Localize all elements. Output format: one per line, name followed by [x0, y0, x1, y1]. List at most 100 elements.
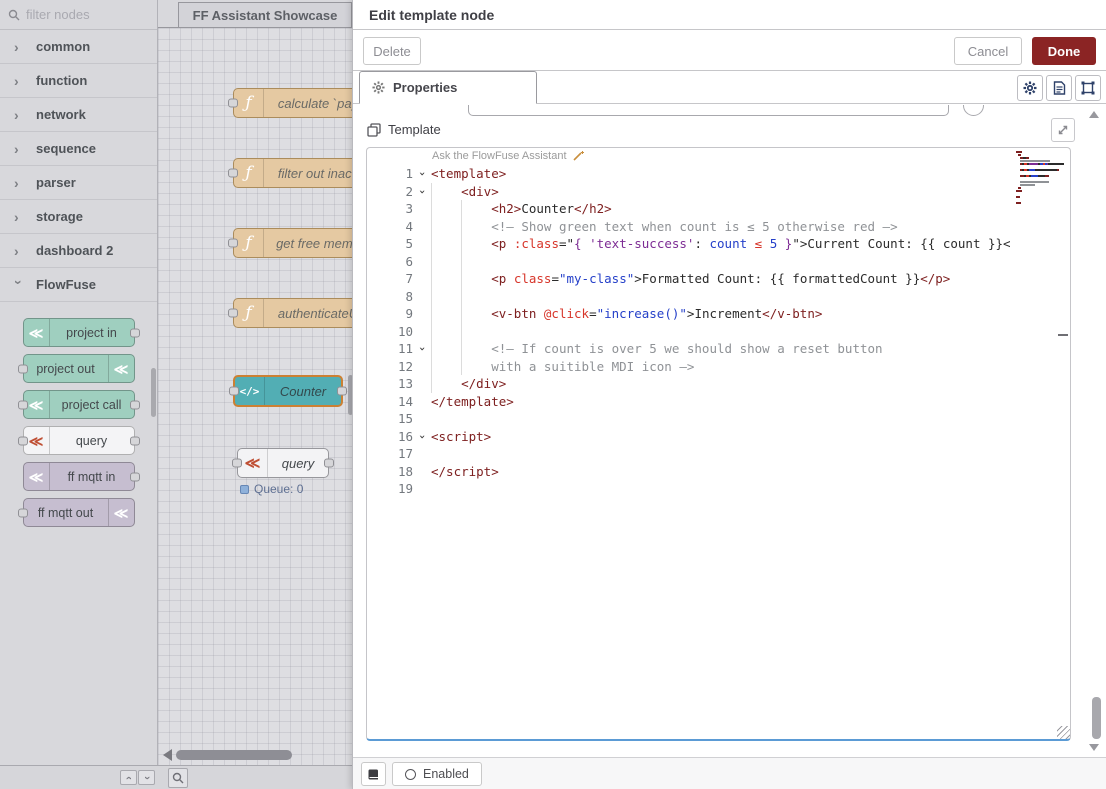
fold-gutter — [413, 218, 431, 236]
flow-node-query[interactable]: ≪query — [237, 448, 329, 478]
editor-resize-grip[interactable] — [1057, 726, 1070, 739]
node-settings-button[interactable] — [1017, 75, 1043, 101]
input-port[interactable] — [229, 387, 239, 396]
canvas-horizontal-scrollbar[interactable] — [163, 749, 292, 761]
right-port[interactable] — [130, 436, 140, 445]
code-line-10[interactable]: 10 — [367, 323, 1070, 341]
fold-chevron-icon[interactable]: › — [413, 165, 431, 183]
palette-node-label: ff mqtt in — [50, 470, 134, 484]
scrolled-circle-control[interactable] — [963, 105, 984, 116]
indent-guide — [431, 288, 432, 306]
category-label: sequence — [36, 141, 96, 156]
palette-category-function[interactable]: ›function — [0, 64, 157, 98]
code-line-14[interactable]: 14</template> — [367, 393, 1070, 411]
right-port[interactable] — [130, 472, 140, 481]
palette-node-ff-mqtt-in[interactable]: ≪ff mqtt in — [23, 462, 135, 491]
palette-scrollbar[interactable] — [151, 368, 156, 417]
workspace-tab[interactable]: FF Assistant Showcase — [178, 2, 352, 28]
code-line-16[interactable]: 16›<script> — [367, 428, 1070, 446]
code-line-13[interactable]: 13 </div> — [367, 375, 1070, 393]
docs-button[interactable] — [361, 762, 386, 786]
palette-node-ff-mqtt-out[interactable]: ff mqtt out≪ — [23, 498, 135, 527]
fold-gutter — [413, 375, 431, 393]
scroll-up-arrow[interactable] — [1089, 111, 1099, 118]
code-line-4[interactable]: 4 <!— Show green text when count is ≤ 5 … — [367, 218, 1070, 236]
book-icon — [367, 768, 380, 781]
code-line-9[interactable]: 9 <v-btn @click="increase()">Increment</… — [367, 305, 1070, 323]
left-port[interactable] — [18, 400, 28, 409]
palette-category-storage[interactable]: ›storage — [0, 200, 157, 234]
description-button[interactable] — [1046, 75, 1072, 101]
code-line-15[interactable]: 15 — [367, 410, 1070, 428]
code-line-11[interactable]: 11› <!— If count is over 5 we should sho… — [367, 340, 1070, 358]
palette-node-label: project call — [50, 398, 134, 412]
input-port[interactable] — [232, 459, 242, 468]
left-port[interactable] — [18, 508, 28, 517]
code-line-7[interactable]: 7 <p class="my-class">Formatted Count: {… — [367, 270, 1070, 288]
input-port[interactable] — [228, 169, 238, 178]
palette-node-project-out[interactable]: project out≪ — [23, 354, 135, 383]
chevron-right-icon: › — [14, 243, 24, 259]
copy-pages-icon — [367, 123, 381, 137]
code-line-5[interactable]: 5 <p :class="{ 'text-success': count ≤ 5… — [367, 235, 1070, 253]
code-text: <!— If count is over 5 we should show a … — [431, 340, 1070, 358]
indent-guide — [431, 375, 432, 393]
line-number: 6 — [367, 253, 413, 271]
scroll-left-arrow-icon[interactable] — [163, 749, 172, 761]
collapse-categories-button[interactable]: › — [120, 770, 137, 785]
fold-chevron-icon[interactable]: › — [413, 183, 431, 201]
code-line-17[interactable]: 17 — [367, 445, 1070, 463]
filter-nodes-input[interactable] — [26, 7, 136, 22]
editor-minimap[interactable] — [1016, 151, 1064, 208]
palette-node-query[interactable]: ≪query — [23, 426, 135, 455]
right-port[interactable] — [130, 400, 140, 409]
output-port[interactable] — [337, 387, 347, 396]
code-line-19[interactable]: 19 — [367, 480, 1070, 498]
indent-guide — [431, 340, 432, 358]
input-port[interactable] — [228, 309, 238, 318]
code-line-18[interactable]: 18</script> — [367, 463, 1070, 481]
fold-chevron-icon[interactable]: › — [413, 340, 431, 358]
palette-category-common[interactable]: ›common — [0, 30, 157, 64]
code-line-6[interactable]: 6 — [367, 253, 1070, 271]
delete-button[interactable]: Delete — [363, 37, 421, 65]
code-editor[interactable]: Ask the FlowFuse Assistant 1›<template>2… — [366, 147, 1071, 741]
done-button[interactable]: Done — [1032, 37, 1096, 65]
expand-diagonal-icon — [1057, 124, 1069, 136]
palette-node-project-in[interactable]: ≪project in — [23, 318, 135, 347]
palette-category-dashboard-2[interactable]: ›dashboard 2 — [0, 234, 157, 268]
code-text: </script> — [431, 463, 1070, 481]
fold-chevron-icon[interactable]: › — [413, 428, 431, 446]
flowfuse-assistant-hint[interactable]: Ask the FlowFuse Assistant — [432, 150, 585, 162]
output-port[interactable] — [324, 459, 334, 468]
code-line-3[interactable]: 3 <h2>Counter</h2> — [367, 200, 1070, 218]
input-port[interactable] — [228, 99, 238, 108]
tab-properties[interactable]: Properties — [359, 71, 537, 104]
appearance-button[interactable] — [1075, 75, 1101, 101]
edit-tray: Edit template node Delete Cancel Done Pr… — [352, 0, 1106, 789]
scrolled-input-field[interactable] — [468, 105, 949, 116]
expand-categories-button[interactable]: › — [138, 770, 155, 785]
navigator-toggle-button[interactable] — [168, 768, 188, 788]
enabled-toggle-button[interactable]: Enabled — [392, 762, 482, 786]
code-line-12[interactable]: 12 with a suitible MDI icon —> — [367, 358, 1070, 376]
expand-editor-button[interactable] — [1051, 118, 1075, 142]
form-scrollbar-thumb[interactable] — [1092, 697, 1101, 739]
cancel-button[interactable]: Cancel — [954, 37, 1022, 65]
palette-category-FlowFuse[interactable]: ›FlowFuse — [0, 268, 157, 302]
palette-category-network[interactable]: ›network — [0, 98, 157, 132]
code-line-1[interactable]: 1›<template> — [367, 165, 1070, 183]
left-port[interactable] — [18, 364, 28, 373]
code-lines[interactable]: 1›<template>2› <div>3 <h2>Counter</h2>4 … — [367, 165, 1070, 498]
code-line-2[interactable]: 2› <div> — [367, 183, 1070, 201]
left-port[interactable] — [18, 436, 28, 445]
scrollbar-thumb[interactable] — [176, 750, 292, 760]
palette-category-sequence[interactable]: ›sequence — [0, 132, 157, 166]
palette-node-project-call[interactable]: ≪project call — [23, 390, 135, 419]
flow-node-Counter[interactable]: </>Counter — [233, 375, 343, 407]
palette-category-parser[interactable]: ›parser — [0, 166, 157, 200]
scroll-down-arrow[interactable] — [1089, 744, 1099, 751]
code-line-8[interactable]: 8 — [367, 288, 1070, 306]
right-port[interactable] — [130, 328, 140, 337]
input-port[interactable] — [228, 239, 238, 248]
